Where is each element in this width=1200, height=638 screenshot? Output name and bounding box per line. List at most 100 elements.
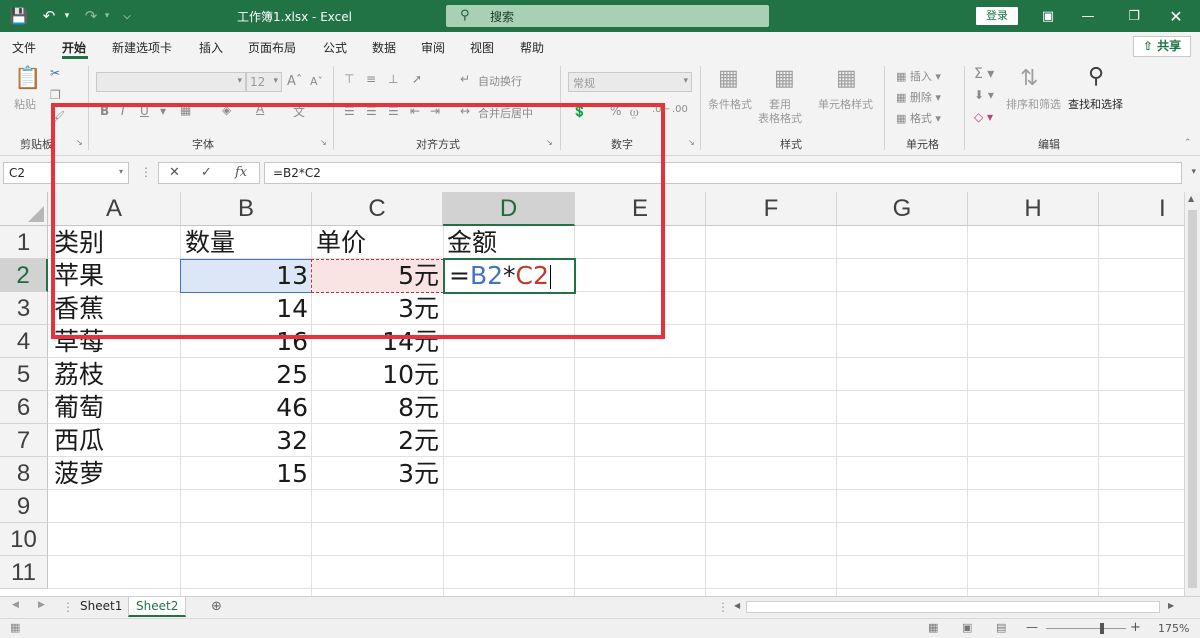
add-sheet-icon[interactable]: ⊕ (211, 599, 222, 614)
cell-b1[interactable]: 数量 (185, 226, 235, 259)
cell-c1[interactable]: 单价 (316, 226, 366, 259)
page-break-view-icon[interactable]: ▤ (996, 621, 1006, 634)
format-as-table-icon[interactable]: ▦ (774, 66, 795, 91)
paste-icon[interactable]: 📋 (14, 66, 41, 91)
expand-formula-bar-icon[interactable]: ▾ (1191, 167, 1196, 177)
search-box[interactable]: ⚲ 搜索 (446, 5, 769, 27)
zoom-slider-thumb[interactable] (1100, 623, 1104, 634)
normal-view-icon[interactable]: ▦ (928, 621, 938, 634)
row-header-2[interactable]: 2 (0, 259, 48, 292)
sheet-next-icon[interactable]: ▶ (38, 600, 45, 610)
column-header-c[interactable]: C (312, 192, 443, 226)
column-header-i[interactable]: I (1099, 192, 1184, 226)
cell-b7[interactable]: 32 (181, 424, 308, 457)
align-left-icon[interactable]: ☰ (344, 104, 355, 118)
cell-a1[interactable]: 类别 (54, 226, 104, 259)
macro-record-icon[interactable]: ▦ (10, 621, 20, 634)
tab-view[interactable]: 视图 (470, 39, 494, 56)
ribbon-display-options-icon[interactable]: ▣ (1028, 0, 1068, 32)
cell-d2-formula[interactable]: =B2*C2 (449, 259, 551, 292)
percent-icon[interactable]: % (610, 104, 621, 118)
column-header-b[interactable]: B (181, 192, 312, 226)
merge-center-label[interactable]: 合并后居中 (478, 105, 533, 121)
customize-toolbar-icon[interactable]: ⌵ (114, 0, 140, 32)
minimize-icon[interactable]: — (1068, 0, 1108, 32)
row-header-10[interactable]: 10 (0, 523, 48, 556)
horizontal-scroll-thumb[interactable] (746, 601, 1160, 613)
cell-a8[interactable]: 菠萝 (54, 457, 104, 490)
cell-b2[interactable]: 13 (181, 259, 308, 292)
select-all-button[interactable] (0, 192, 48, 226)
tab-split-handle-icon[interactable]: ⋮ (717, 600, 729, 614)
zoom-level[interactable]: 175% (1158, 622, 1189, 635)
undo-icon[interactable]: ↶ (36, 0, 62, 32)
insert-cells-button[interactable]: ▦ 插入 ▾ (896, 68, 941, 84)
align-right-icon[interactable]: ☰ (388, 104, 399, 118)
insert-function-icon[interactable]: fx (235, 165, 247, 180)
orientation-icon[interactable]: ➚ (412, 72, 422, 86)
align-middle-icon[interactable]: ≡ (366, 72, 376, 86)
copy-icon[interactable]: ❐ (50, 88, 61, 102)
font-color-icon[interactable]: A (256, 102, 264, 116)
format-painter-icon[interactable]: 🖌 (50, 110, 65, 124)
fill-icon[interactable]: ⬇ ▾ (974, 88, 994, 102)
font-name-dropdown[interactable]: ▾ (96, 72, 246, 92)
conditional-format-icon[interactable]: ▦ (718, 66, 739, 91)
enter-icon[interactable]: ✓ (201, 165, 212, 180)
scroll-left-icon[interactable]: ◀ (734, 601, 740, 610)
tab-page-layout[interactable]: 页面布局 (248, 39, 296, 56)
tab-review[interactable]: 审阅 (421, 39, 445, 56)
cell-a3[interactable]: 香蕉 (54, 292, 104, 325)
redo-dropdown-icon[interactable]: ▾ (100, 0, 114, 32)
increase-indent-icon[interactable]: ⇥ (430, 104, 440, 118)
undo-dropdown-icon[interactable]: ▾ (60, 0, 74, 32)
underline-dropdown-icon[interactable]: ▾ (160, 104, 166, 118)
column-header-h[interactable]: H (968, 192, 1099, 226)
restore-icon[interactable]: ❐ (1114, 0, 1154, 32)
merge-center-icon[interactable]: ↔ (460, 104, 470, 118)
save-icon[interactable]: 💾 (6, 0, 32, 32)
tab-home[interactable]: 开始 (62, 39, 86, 56)
cell-b4[interactable]: 16 (181, 325, 308, 358)
currency-icon[interactable]: 💲 (572, 104, 587, 118)
align-top-icon[interactable]: ⊤ (344, 72, 354, 86)
tab-help[interactable]: 帮助 (520, 39, 544, 56)
cell-a7[interactable]: 西瓜 (54, 424, 104, 457)
bold-icon[interactable]: B (100, 104, 109, 118)
row-header-9[interactable]: 9 (0, 490, 48, 523)
tab-new[interactable]: 新建选项卡 (112, 39, 172, 56)
collapse-ribbon-icon[interactable]: ⌃ (1184, 138, 1192, 148)
wrap-text-icon[interactable]: ↵ (460, 72, 470, 86)
cell-d1[interactable]: 金额 (447, 226, 497, 259)
increase-font-icon[interactable]: Aˆ (287, 74, 302, 89)
alignment-launcher-icon[interactable]: ↘ (546, 138, 553, 147)
cell-a2[interactable]: 苹果 (54, 259, 104, 292)
cell-styles-label[interactable]: 单元格样式 (818, 98, 873, 112)
cell-c5[interactable]: 10元 (312, 358, 439, 391)
sort-filter-icon[interactable]: ⇅ (1020, 66, 1038, 91)
scroll-right-icon[interactable]: ▶ (1168, 601, 1174, 610)
cell-c4[interactable]: 14元 (312, 325, 439, 358)
column-header-d[interactable]: D (443, 192, 575, 226)
cell-c8[interactable]: 3元 (312, 457, 439, 490)
zoom-slider[interactable] (1046, 628, 1126, 629)
cell-c6[interactable]: 8元 (312, 391, 439, 424)
cell-a6[interactable]: 葡萄 (54, 391, 104, 424)
align-bottom-icon[interactable]: ⊥ (388, 72, 398, 86)
cell-b8[interactable]: 15 (181, 457, 308, 490)
cut-icon[interactable]: ✂ (50, 66, 60, 80)
cell-b5[interactable]: 25 (181, 358, 308, 391)
row-header-3[interactable]: 3 (0, 292, 48, 325)
cell-a4[interactable]: 草莓 (54, 325, 104, 358)
decrease-font-icon[interactable]: Aˇ (310, 75, 323, 88)
row-header-4[interactable]: 4 (0, 325, 48, 358)
row-header-11[interactable]: 11 (0, 556, 48, 589)
scroll-up-icon[interactable]: ▲ (1188, 194, 1194, 203)
cell-b6[interactable]: 46 (181, 391, 308, 424)
decrease-indent-icon[interactable]: ⇤ (410, 104, 420, 118)
increase-decimal-icon[interactable]: .0← (652, 104, 670, 115)
column-header-g[interactable]: G (837, 192, 968, 226)
name-box[interactable]: C2 ▾ (3, 162, 129, 184)
decrease-decimal-icon[interactable]: .00 (672, 104, 688, 115)
cell-c2[interactable]: 5元 (312, 259, 439, 292)
